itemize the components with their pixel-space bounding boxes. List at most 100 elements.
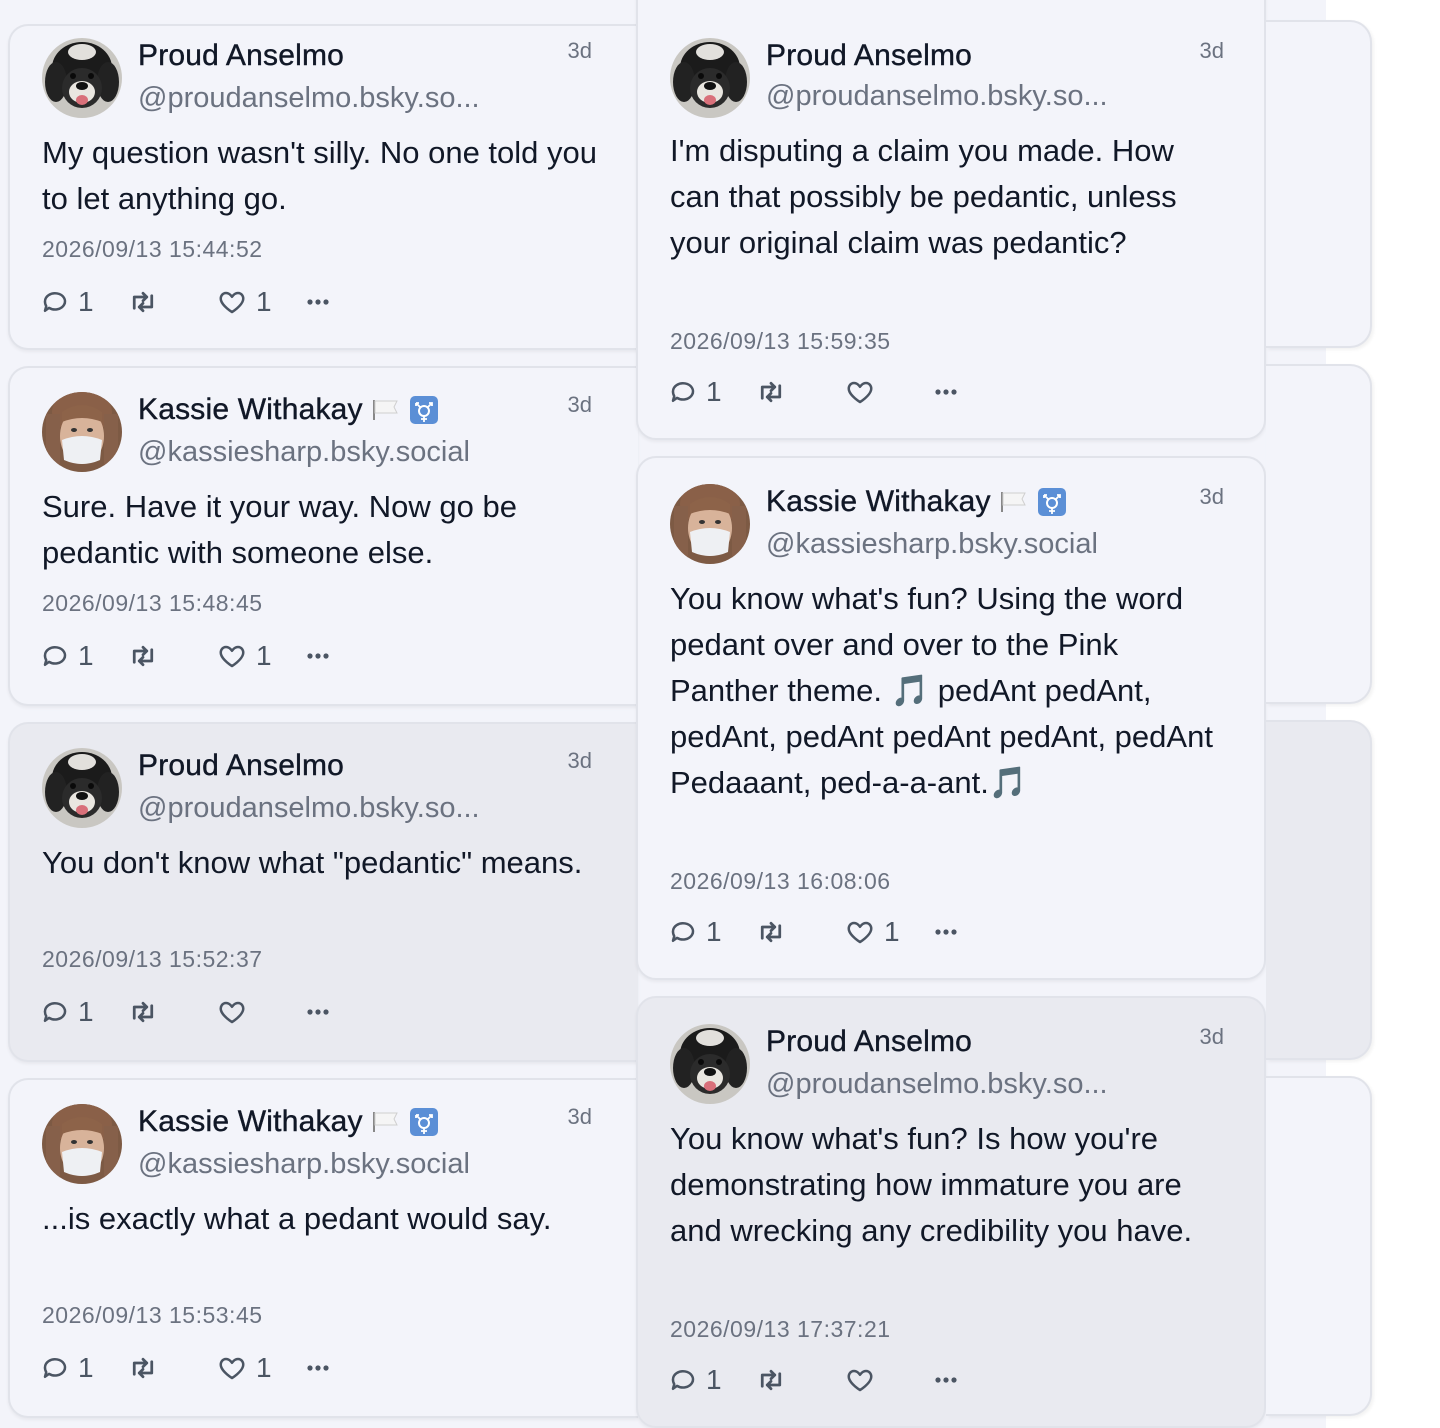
author-row: Proud Anselmo: [766, 1024, 972, 1060]
author-row: Proud Anselmo: [138, 748, 344, 784]
post-card[interactable]: Kassie Withakay @kassiesharp.bsky.social…: [8, 366, 638, 706]
repost-button[interactable]: [754, 1365, 814, 1395]
post-card-edge[interactable]: [1266, 20, 1372, 348]
reply-button[interactable]: 1: [668, 916, 724, 948]
post-card[interactable]: Proud Anselmo @proudanselmo.bsky.so... 3…: [8, 24, 638, 350]
author-name[interactable]: Kassie Withakay: [138, 1105, 363, 1139]
reply-count: 1: [706, 376, 722, 407]
post-timestamp: 2026/09/13 15:52:37: [42, 946, 263, 972]
relative-time[interactable]: 3d: [1200, 38, 1224, 64]
transgender-symbol-icon: [1037, 488, 1066, 516]
relative-time[interactable]: 3d: [568, 392, 592, 418]
relative-time[interactable]: 3d: [568, 38, 592, 64]
transgender-symbol-icon: [409, 396, 438, 424]
post-text: You know what's fun? Is how you're demon…: [670, 1121, 1193, 1248]
post-card[interactable]: Kassie Withakay @kassiesharp.bsky.social…: [636, 456, 1266, 980]
like-button[interactable]: 1: [216, 286, 274, 318]
reply-count: 1: [78, 1352, 94, 1383]
reply-count: 1: [78, 640, 94, 671]
white-flag-icon: [372, 1112, 398, 1132]
author-name[interactable]: Proud Anselmo: [138, 39, 344, 73]
reply-button[interactable]: 1: [668, 1364, 724, 1396]
like-button[interactable]: [844, 1365, 902, 1395]
repost-button[interactable]: [126, 997, 186, 1027]
author-name[interactable]: Proud Anselmo: [766, 39, 972, 73]
relative-time[interactable]: 3d: [568, 1104, 592, 1130]
heart-icon: [219, 1357, 245, 1380]
avatar[interactable]: [670, 1024, 750, 1104]
more-options-button[interactable]: [932, 1365, 960, 1395]
repost-button[interactable]: [754, 377, 814, 407]
heart-icon: [847, 921, 873, 944]
author-handle[interactable]: @proudanselmo.bsky.so...: [138, 792, 480, 825]
more-options-button[interactable]: [304, 997, 332, 1027]
more-options-button[interactable]: [304, 641, 332, 671]
post-card[interactable]: Proud Anselmo @proudanselmo.bsky.so... 3…: [636, 0, 1266, 440]
repost-button[interactable]: [126, 1353, 186, 1383]
post-text: Sure. Have it your way. Now go be pedant…: [42, 489, 517, 570]
repost-button[interactable]: [126, 641, 186, 671]
author-handle[interactable]: @kassiesharp.bsky.social: [138, 1148, 470, 1181]
author-name[interactable]: Proud Anselmo: [766, 1025, 972, 1059]
author-handle[interactable]: @proudanselmo.bsky.so...: [766, 80, 1108, 113]
author-name[interactable]: Kassie Withakay: [766, 485, 991, 519]
more-options-button[interactable]: [932, 917, 960, 947]
more-options-button[interactable]: [304, 287, 332, 317]
like-count: 1: [256, 286, 272, 317]
like-count: 1: [884, 916, 900, 947]
heart-icon: [847, 1369, 873, 1392]
repost-icon: [132, 645, 154, 667]
author-handle[interactable]: @kassiesharp.bsky.social: [766, 528, 1098, 561]
dog-avatar-icon: [670, 1024, 750, 1104]
relative-time[interactable]: 3d: [1200, 1024, 1224, 1050]
post-text: You don't know what "pedantic" means.: [42, 845, 583, 880]
reply-button[interactable]: 1: [40, 1352, 96, 1384]
like-button[interactable]: [844, 377, 902, 407]
author-row: Kassie Withakay: [766, 484, 1067, 520]
author-row: Proud Anselmo: [138, 38, 344, 74]
post-card-edge[interactable]: [1266, 720, 1372, 1060]
more-options-button[interactable]: [932, 377, 960, 407]
post-card[interactable]: Kassie Withakay @kassiesharp.bsky.social…: [8, 1078, 638, 1418]
like-button[interactable]: 1: [844, 916, 902, 948]
author-handle[interactable]: @proudanselmo.bsky.so...: [138, 82, 480, 115]
reply-icon: [43, 646, 67, 666]
post-timestamp: 2026/09/13 15:59:35: [670, 328, 891, 354]
repost-icon: [132, 291, 154, 313]
repost-icon: [760, 381, 782, 403]
relative-time[interactable]: 3d: [568, 748, 592, 774]
more-options-button[interactable]: [304, 1353, 332, 1383]
avatar[interactable]: [670, 484, 750, 564]
reply-count: 1: [706, 1364, 722, 1395]
dog-avatar-icon: [42, 748, 122, 828]
heart-icon: [847, 381, 873, 404]
avatar[interactable]: [42, 38, 122, 118]
avatar[interactable]: [42, 748, 122, 828]
repost-icon: [760, 921, 782, 943]
like-button[interactable]: 1: [216, 1352, 274, 1384]
reply-button[interactable]: 1: [40, 286, 96, 318]
post-card[interactable]: Proud Anselmo @proudanselmo.bsky.so... 3…: [636, 996, 1266, 1428]
reply-button[interactable]: 1: [40, 996, 96, 1028]
post-card[interactable]: Proud Anselmo @proudanselmo.bsky.so... 3…: [8, 722, 638, 1062]
post-actions: 1 1: [40, 1350, 362, 1386]
avatar[interactable]: [670, 38, 750, 118]
like-button[interactable]: 1: [216, 640, 274, 672]
author-name[interactable]: Kassie Withakay: [138, 393, 363, 427]
ellipsis-icon: [307, 1365, 329, 1371]
like-button[interactable]: [216, 997, 274, 1027]
relative-time[interactable]: 3d: [1200, 484, 1224, 510]
reply-button[interactable]: 1: [40, 640, 96, 672]
author-handle[interactable]: @kassiesharp.bsky.social: [138, 436, 470, 469]
author-handle[interactable]: @proudanselmo.bsky.so...: [766, 1068, 1108, 1101]
reply-button[interactable]: 1: [668, 376, 724, 408]
post-card-edge[interactable]: [1266, 364, 1372, 704]
author-name[interactable]: Proud Anselmo: [138, 749, 344, 783]
repost-button[interactable]: [754, 917, 814, 947]
avatar[interactable]: [42, 1104, 122, 1184]
ellipsis-icon: [935, 929, 957, 935]
repost-button[interactable]: [126, 287, 186, 317]
avatar[interactable]: [42, 392, 122, 472]
post-text: I'm disputing a claim you made. How can …: [670, 133, 1177, 260]
post-card-edge[interactable]: [1266, 1076, 1372, 1416]
